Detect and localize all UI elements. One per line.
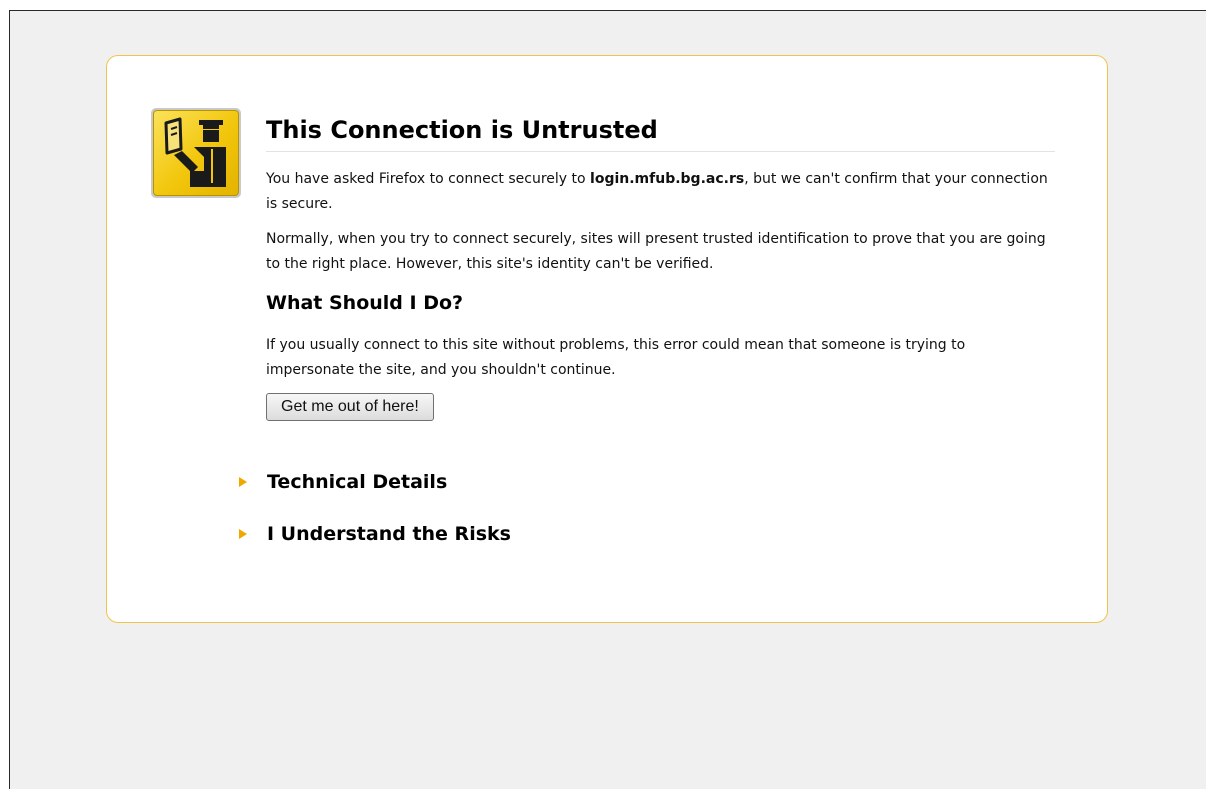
understand-risks-expander[interactable]: I Understand the Risks [239,521,511,547]
get-me-out-button[interactable]: Get me out of here! [266,393,434,421]
identity-officer-icon [153,110,239,196]
error-page-container: This Connection is Untrusted You have as… [106,55,1108,623]
what-should-i-do-heading: What Should I Do? [266,292,464,314]
technical-details-label: Technical Details [267,471,448,493]
intro-paragraph: You have asked Firefox to connect secure… [266,167,1055,217]
host-name: login.mfub.bg.ac.rs [590,171,745,187]
technical-details-expander[interactable]: Technical Details [239,469,447,495]
advice-paragraph: If you usually connect to this site with… [266,337,966,378]
intro-prefix: You have asked Firefox to connect secure… [266,171,591,187]
error-content: This Connection is Untrusted You have as… [266,114,1055,421]
triangle-right-icon [239,477,247,487]
identity-badge [151,108,241,198]
explanation-paragraph: Normally, when you try to connect secure… [266,231,1046,272]
understand-risks-label: I Understand the Risks [267,523,511,545]
browser-viewport: This Connection is Untrusted You have as… [9,10,1206,789]
page-title: This Connection is Untrusted [266,114,1055,152]
triangle-right-icon [239,529,247,539]
